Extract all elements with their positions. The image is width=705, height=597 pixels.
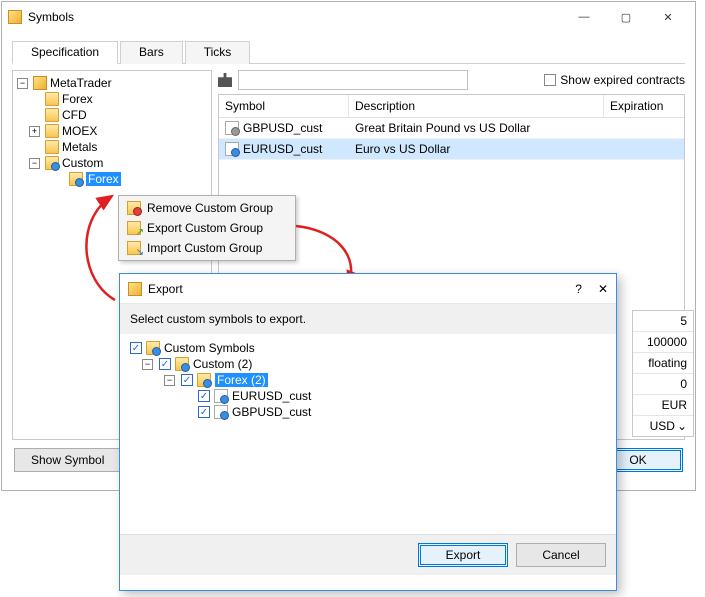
prop-value: floating (633, 353, 693, 374)
checkbox[interactable] (130, 342, 142, 354)
tab-bars[interactable]: Bars (120, 41, 183, 64)
checkbox[interactable] (159, 358, 171, 370)
prop-value[interactable]: USD⌄ (633, 416, 693, 436)
titlebar[interactable]: Symbols ― ▢ ✕ (2, 2, 695, 32)
app-icon (8, 10, 22, 24)
tree-item[interactable]: CFD (62, 108, 87, 122)
prop-value: 0 (633, 374, 693, 395)
checkbox[interactable] (198, 390, 210, 402)
custom-folder-icon (197, 373, 211, 387)
close-button[interactable]: ✕ (598, 282, 608, 296)
show-symbol-button[interactable]: Show Symbol (14, 448, 121, 472)
col-symbol[interactable]: Symbol (219, 95, 349, 117)
custom-folder-icon (175, 357, 189, 371)
tree-item[interactable]: Custom (62, 156, 103, 170)
ctx-export-group[interactable]: Export Custom Group (121, 218, 293, 238)
table-row[interactable]: GBPUSD_cust Great Britain Pound vs US Do… (219, 118, 684, 139)
custom-folder-icon (69, 172, 83, 186)
symbol-icon (225, 121, 239, 135)
custom-folder-icon (146, 341, 160, 355)
col-description[interactable]: Description (349, 95, 604, 117)
minimize-button[interactable]: ― (563, 3, 605, 31)
dialog-titlebar[interactable]: Export ? ✕ (120, 274, 616, 304)
table-row-selected[interactable]: EURUSD_cust Euro vs US Dollar (219, 139, 684, 160)
chevron-down-icon: ⌄ (677, 419, 687, 433)
metatrader-icon (33, 76, 47, 90)
show-expired-label: Show expired contracts (560, 73, 685, 87)
tree-item[interactable]: MOEX (62, 124, 97, 138)
cancel-button[interactable]: Cancel (516, 543, 606, 567)
checkbox[interactable] (198, 406, 210, 418)
maximize-button[interactable]: ▢ (605, 3, 647, 31)
export-button[interactable]: Export (418, 543, 508, 567)
custom-folder-icon (45, 156, 59, 170)
search-icon (218, 73, 232, 87)
ctx-import-group[interactable]: Import Custom Group (121, 238, 293, 258)
folder-icon (45, 140, 59, 154)
remove-icon (127, 201, 141, 215)
show-expired-checkbox[interactable]: Show expired contracts (544, 73, 685, 87)
prop-value: 100000 (633, 332, 693, 353)
export-icon (127, 221, 141, 235)
import-icon (127, 241, 141, 255)
folder-icon (45, 124, 59, 138)
tab-specification[interactable]: Specification (12, 41, 118, 64)
symbol-icon (214, 405, 228, 419)
tree-item[interactable]: Forex (62, 92, 93, 106)
tab-bar: Specification Bars Ticks (12, 40, 685, 64)
prop-value: EUR (633, 395, 693, 416)
tree-item[interactable]: Metals (62, 140, 97, 154)
ctx-remove-group[interactable]: Remove Custom Group (121, 198, 293, 218)
folder-icon (45, 108, 59, 122)
symbol-icon (225, 142, 239, 156)
tree-root[interactable]: MetaTrader (50, 76, 112, 90)
prop-value: 5 (633, 311, 693, 332)
window-title: Symbols (28, 10, 74, 24)
symbol-icon (214, 389, 228, 403)
search-input[interactable] (238, 70, 468, 90)
help-button[interactable]: ? (575, 282, 582, 296)
checkbox[interactable] (181, 374, 193, 386)
folder-icon (45, 92, 59, 106)
export-dialog: Export ? ✕ Select custom symbols to expo… (119, 273, 617, 591)
col-expiration[interactable]: Expiration (604, 95, 684, 117)
tree-item-selected[interactable]: Forex (86, 172, 121, 186)
context-menu: Remove Custom Group Export Custom Group … (118, 195, 296, 261)
dialog-title: Export (148, 282, 183, 296)
dialog-instruction: Select custom symbols to export. (120, 304, 616, 334)
tab-ticks[interactable]: Ticks (185, 41, 251, 64)
close-button[interactable]: ✕ (647, 3, 689, 31)
export-tree[interactable]: Custom Symbols −Custom (2) −Forex (2) EU… (120, 334, 616, 534)
properties-panel: 5 100000 floating 0 EUR USD⌄ (632, 310, 694, 437)
app-icon (128, 282, 142, 296)
